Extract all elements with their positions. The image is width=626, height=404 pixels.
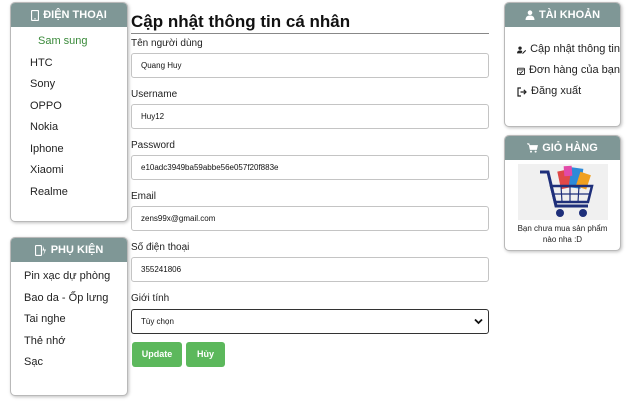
password-input[interactable]: e10adc3949ba59abbe56e057f20f883e xyxy=(131,155,489,180)
charging-phone-icon xyxy=(34,244,46,256)
cart-illustration-icon xyxy=(517,164,608,220)
accessory-item[interactable]: Bao da - Ốp lưng xyxy=(11,288,127,310)
account-menu-label: Cập nhật thông tin xyxy=(530,43,620,55)
username-label: Username xyxy=(131,89,178,100)
account-panel-title: TÀI KHOẢN xyxy=(538,9,601,21)
account-menu-item-orders[interactable]: Đơn hàng của bạn xyxy=(505,60,620,81)
update-button[interactable]: Update xyxy=(132,342,182,367)
account-menu: Cập nhật thông tin Đơn hàng của bạn Đăng… xyxy=(505,27,620,102)
account-menu-item-update[interactable]: Cập nhật thông tin xyxy=(505,39,620,60)
phones-list: Sam sung HTC Sony OPPO Nokia Iphone Xiao… xyxy=(11,27,127,203)
email-input[interactable]: zens99x@gmail.com xyxy=(131,206,489,231)
account-menu-label: Đơn hàng của bạn xyxy=(528,64,620,76)
password-label: Password xyxy=(131,140,175,151)
profile-form: Cập nhật thông tin cá nhân Tên người dùn… xyxy=(131,12,491,334)
phone-brand-item[interactable]: Iphone xyxy=(11,139,127,161)
phone-brand-item[interactable]: Sam sung xyxy=(11,31,127,53)
phone-brand-item[interactable]: HTC xyxy=(11,53,127,75)
cart-panel: GIỎ HÀNG Bạn chưa mua sản phẩm nào nha :… xyxy=(504,135,621,251)
gender-select[interactable]: Tùy chọn xyxy=(131,309,489,334)
phones-panel-title: ĐIỆN THOẠI xyxy=(43,9,107,21)
cart-panel-header: GIỎ HÀNG xyxy=(505,136,620,160)
accessories-panel: PHỤ KIỆN Pin xạc dự phòng Bao da - Ốp lư… xyxy=(10,237,128,396)
username-input[interactable]: Huy12 xyxy=(131,104,489,129)
phone-brand-item[interactable]: Xiaomi xyxy=(11,160,127,182)
email-label: Email xyxy=(131,191,157,202)
accessory-item[interactable]: Tai nghe xyxy=(11,309,127,331)
shopping-cart-icon xyxy=(527,143,539,153)
cart-panel-title: GIỎ HÀNG xyxy=(542,142,598,154)
account-menu-item-logout[interactable]: Đăng xuất xyxy=(505,81,620,102)
gender-label: Giới tính xyxy=(131,293,170,304)
page-title: Cập nhật thông tin cá nhân xyxy=(131,12,489,34)
cart-empty-text: Bạn chưa mua sản phẩm nào nha :D xyxy=(517,224,608,244)
gender-select-value: Tùy chọn xyxy=(141,317,174,326)
phone-brand-item[interactable]: Nokia xyxy=(11,117,127,139)
cancel-button[interactable]: Hủy xyxy=(186,342,225,367)
user-icon xyxy=(525,10,535,20)
phone-brand-item[interactable]: Realme xyxy=(11,182,127,204)
calendar-check-icon xyxy=(517,67,525,75)
phone-brand-item[interactable]: Sony xyxy=(11,74,127,96)
accessory-item[interactable]: Pin xạc dự phòng xyxy=(11,266,127,288)
chevron-down-icon xyxy=(474,318,483,325)
phones-panel-header: ĐIỆN THOẠI xyxy=(11,3,127,27)
name-label: Tên người dùng xyxy=(131,38,203,49)
phones-panel: ĐIỆN THOẠI Sam sung HTC Sony OPPO Nokia … xyxy=(10,2,128,222)
accessories-panel-title: PHỤ KIỆN xyxy=(50,244,104,256)
account-panel: TÀI KHOẢN Cập nhật thông tin Đơn hàng củ… xyxy=(504,2,621,127)
phone-brand-item[interactable]: OPPO xyxy=(11,96,127,118)
accessory-item[interactable]: Thẻ nhớ xyxy=(11,331,127,353)
phone-label: Số điện thoại xyxy=(131,242,190,253)
accessories-panel-header: PHỤ KIỆN xyxy=(11,238,127,262)
accessories-list: Pin xạc dự phòng Bao da - Ốp lưng Tai ng… xyxy=(11,262,127,374)
phone-input[interactable]: 355241806 xyxy=(131,257,489,282)
mobile-icon xyxy=(31,9,40,21)
account-menu-label: Đăng xuất xyxy=(531,85,582,97)
account-panel-header: TÀI KHOẢN xyxy=(505,3,620,27)
name-input[interactable]: Quang Huy xyxy=(131,53,489,78)
sign-out-icon xyxy=(517,86,527,97)
accessory-item[interactable]: Sạc xyxy=(11,352,127,374)
user-edit-icon xyxy=(517,46,527,54)
